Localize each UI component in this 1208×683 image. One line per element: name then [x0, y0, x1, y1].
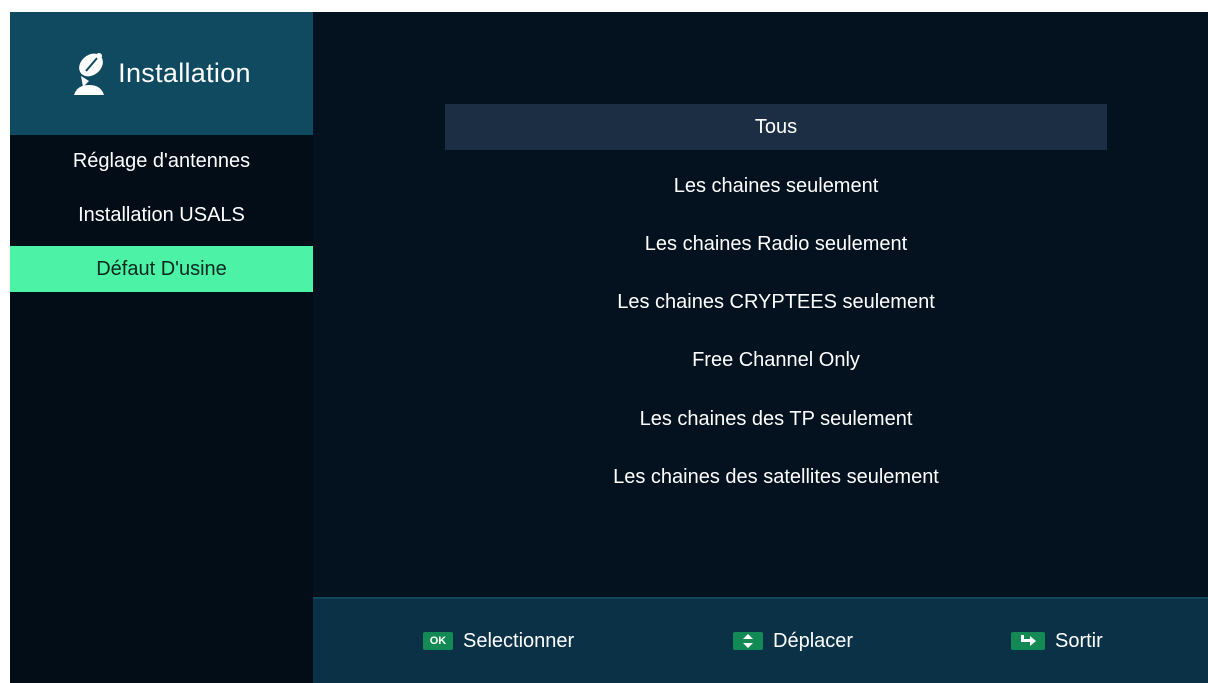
hint-move: Déplacer	[733, 599, 853, 683]
hint-select: OK Selectionner	[423, 599, 574, 683]
satellite-dish-icon	[72, 51, 106, 97]
sidebar-title: Installation	[118, 58, 251, 88]
option-encrypted-channels-only[interactable]: Les chaines CRYPTEES seulement	[445, 279, 1107, 325]
footer-hint-bar: OK Selectionner Déplacer Sortir	[313, 597, 1208, 683]
sidebar-item-factory-default[interactable]: Défaut D'usine	[10, 246, 313, 292]
tv-screen: Installation Réglage d'antennes Installa…	[10, 12, 1208, 683]
hint-select-label: Selectionner	[463, 629, 575, 652]
option-channels-only[interactable]: Les chaines seulement	[445, 163, 1107, 209]
sidebar-item-usals-installation[interactable]: Installation USALS	[10, 192, 313, 238]
up-down-arrows-icon	[733, 632, 763, 650]
option-free-channels-only[interactable]: Free Channel Only	[445, 337, 1107, 383]
sidebar-header: Installation	[10, 12, 313, 135]
option-tp-channels-only[interactable]: Les chaines des TP seulement	[445, 396, 1107, 442]
option-satellite-channels-only[interactable]: Les chaines des satellites seulement	[445, 454, 1107, 500]
option-radio-channels-only[interactable]: Les chaines Radio seulement	[445, 221, 1107, 267]
hint-move-label: Déplacer	[773, 629, 854, 652]
option-all[interactable]: Tous	[445, 104, 1107, 150]
ok-key-badge: OK	[423, 632, 453, 650]
sidebar-item-antenna-settings[interactable]: Réglage d'antennes	[10, 138, 313, 184]
hint-exit-label: Sortir	[1055, 629, 1103, 652]
hint-exit: Sortir	[1011, 599, 1103, 683]
sidebar: Installation Réglage d'antennes Installa…	[10, 12, 313, 683]
exit-arrow-icon	[1011, 632, 1045, 650]
